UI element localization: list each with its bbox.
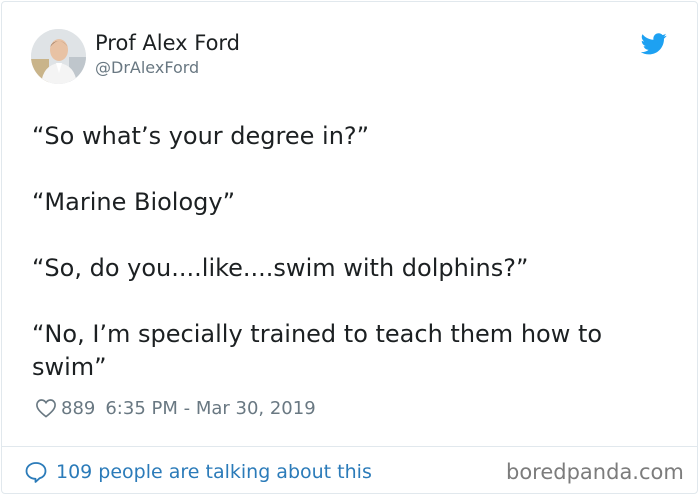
likes-count[interactable]: 889 bbox=[61, 398, 95, 419]
watermark: boredpanda.com bbox=[506, 460, 684, 484]
speech-bubble-icon bbox=[25, 462, 47, 483]
tweet-line-2: “Marine Biology” bbox=[32, 188, 236, 216]
tweet-text: “So what’s your degree in?” “Marine Biol… bbox=[32, 120, 662, 384]
avatar[interactable] bbox=[31, 29, 86, 84]
author-handle[interactable]: @DrAlexFord bbox=[95, 58, 199, 77]
tweet-line-4: “No, I’m specially trained to teach them… bbox=[32, 320, 603, 381]
tweet-meta: 889 6:35 PM - Mar 30, 2019 bbox=[35, 396, 316, 420]
twitter-bird-icon[interactable] bbox=[641, 33, 667, 55]
tweet-timestamp[interactable]: 6:35 PM - Mar 30, 2019 bbox=[105, 398, 315, 419]
talking-link[interactable]: 109 people are talking about this bbox=[24, 458, 372, 486]
heart-icon[interactable] bbox=[35, 398, 57, 418]
tweet-line-3: “So, do you....like....swim with dolphin… bbox=[32, 254, 529, 282]
tweet-line-1: “So what’s your degree in?” bbox=[32, 122, 370, 150]
talking-text[interactable]: 109 people are talking about this bbox=[56, 461, 372, 483]
divider bbox=[2, 446, 697, 447]
author-name[interactable]: Prof Alex Ford bbox=[95, 31, 240, 55]
